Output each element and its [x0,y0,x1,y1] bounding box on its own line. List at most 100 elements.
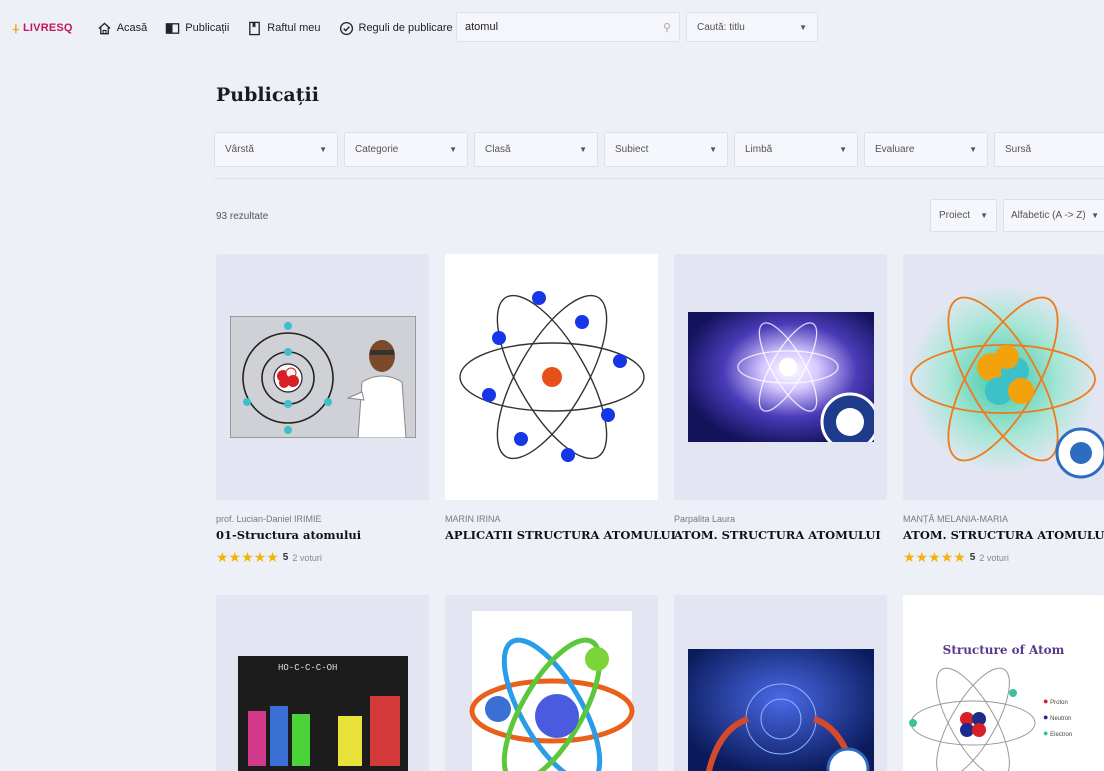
chevron-down-icon: ▼ [969,145,977,154]
legend-label: Proton [1050,700,1068,706]
logo-mark-icon: ⍭ [12,20,20,36]
sort-order-value: Alfabetic (A -> Z) [1011,210,1086,221]
nav-publishing-rules-label: Reguli de publicare [358,22,453,34]
filter-category[interactable]: Categorie ▼ [344,132,468,167]
nav-publications-label: Publicații [185,22,230,34]
filter-label: Sursă [1005,144,1032,155]
structure-of-atom-heading: Structure of Atom [942,643,1065,657]
bookmark-icon [249,21,261,35]
nav-publications[interactable]: Publicații [165,21,229,36]
filter-label: Limbă [745,144,773,155]
teacher-atom-illustration [229,316,416,438]
card-author[interactable]: MARIN IRINA [445,514,658,524]
nav-my-shelf[interactable]: Raftul meu [247,21,321,36]
publication-card[interactable]: Structure of Atom ● Proton ● Neutron ● E… [903,595,1104,771]
chevron-down-icon: ▼ [449,145,457,154]
chevron-down-icon: ▼ [980,211,988,220]
chevron-down-icon: ▼ [799,22,807,32]
card-title[interactable]: APLICATII STRUCTURA ATOMULUI [445,528,676,542]
filter-label: Evaluare [875,144,915,155]
card-thumbnail[interactable] [445,595,658,771]
publication-card[interactable]: prof. Lucian-Daniel IRIMIE 01-Structura … [216,254,429,566]
chevron-down-icon: ▼ [579,145,587,154]
filter-label: Clasă [485,144,511,155]
page-title: Publicații [216,84,319,106]
atom-structure-figure: ● Proton ● Neutron ● Electron [903,663,1104,771]
card-thumbnail[interactable] [903,254,1104,500]
publication-card[interactable] [674,595,887,771]
legend-item-proton: ● Proton [1043,696,1068,706]
nav-home-label: Acasă [116,22,148,34]
atom-diagram-illustration [458,291,645,462]
card-thumbnail[interactable] [445,254,658,500]
legend-item-electron: ● Electron [1043,728,1073,738]
star-icon: ★★★★★ [216,549,279,565]
filter-source[interactable]: Sursă▼ [994,132,1104,167]
chevron-down-icon: ▼ [709,145,717,154]
filter-subject[interactable]: Subiect ▼ [604,132,728,167]
legend-label: Neutron [1050,716,1072,722]
rating-score: 5 [282,552,289,563]
filter-age[interactable]: Vârstă ▼ [214,132,338,167]
filter-bar: Vârstă ▼ Categorie ▼ Clasă ▼ Subiect ▼ Limbă… [214,132,1104,167]
livresq-logo[interactable]: ⍭ LIVRESQ [12,22,73,35]
card-author[interactable]: prof. Lucian-Daniel IRIMIE [216,514,429,524]
glowing-atom-illustration [908,284,1104,479]
check-circle-icon [339,21,353,35]
logo-text: LIVRESQ [23,22,73,34]
cosmic-atom-illustration [687,312,874,442]
search-box: ⚲ [456,12,680,42]
rating-votes: 2 voturi [292,552,322,563]
publication-card[interactable]: Parpalita Laura ATOM. STRUCTURA ATOMULUI [674,254,887,542]
nav-home[interactable]: Acasă [97,21,148,36]
search-type-value: Caută: titlu [697,21,745,33]
card-title[interactable]: ATOM. STRUCTURA ATOMULUI [903,528,1104,542]
card-rating: ★★★★★ 5 2 voturi [903,549,1104,566]
divider [214,178,1104,179]
results-count: 93 rezultate [216,211,269,222]
home-icon [98,21,111,34]
publication-card[interactable]: MANȚĂ MELANIA-MARIA ATOM. STRUCTURA ATOM… [903,254,1104,566]
card-title[interactable]: ATOM. STRUCTURA ATOMULUI [674,528,887,542]
card-author[interactable]: Parpalita Laura [674,514,887,524]
card-thumbnail[interactable]: Structure of Atom ● Proton ● Neutron ● E… [903,595,1104,771]
filter-label: Categorie [355,144,399,155]
nav-publishing-rules[interactable]: Reguli de publicare [339,21,453,36]
card-thumbnail[interactable] [674,254,887,500]
filter-label: Subiect [615,144,649,155]
filter-class[interactable]: Clasă ▼ [474,132,598,167]
nav-my-shelf-label: Raftul meu [267,22,321,34]
sort-type-select[interactable]: Proiect ▼ [930,199,997,232]
filter-label: Vârstă [225,144,254,155]
svg-text:HO-C-C-C-OH: HO-C-C-C-OH [278,663,337,673]
card-author[interactable]: MANȚĂ MELANIA-MARIA [903,514,1104,524]
rating-votes: 2 voturi [979,552,1009,563]
sort-order-select[interactable]: Alfabetic (A -> Z) ▼ [1003,199,1104,232]
publication-card[interactable]: HO-C-C-C-OH [216,595,429,771]
publication-card[interactable]: MARIN IRINA APLICATII STRUCTURA ATOMULUI [445,254,676,542]
card-thumbnail[interactable]: HO-C-C-C-OH [216,595,429,771]
colorful-atom-illustration [469,611,634,771]
rating-score: 5 [969,552,976,563]
card-thumbnail[interactable] [216,254,429,500]
atom-legend: ● Proton ● Neutron ● Electron [1043,694,1072,742]
chevron-down-icon: ▼ [319,145,327,154]
card-rating: ★★★★★ 5 2 voturi [216,549,429,566]
card-title[interactable]: 01-Structura atomului [216,528,429,542]
search-input[interactable] [465,21,663,33]
hands-network-illustration [687,649,874,771]
search-icon[interactable]: ⚲ [663,21,671,34]
legend-label: Electron [1050,732,1073,738]
top-navbar: ⍭ LIVRESQ Acasă Publicații Raftul meu Re… [0,0,1104,56]
filter-rating[interactable]: Evaluare ▼ [864,132,988,167]
atom-structure-diagram [909,667,1036,771]
chevron-down-icon: ▼ [839,145,847,154]
publication-card[interactable] [445,595,658,771]
search-type-select[interactable]: Caută: titlu ▼ [686,12,818,42]
card-thumbnail[interactable] [674,595,887,771]
chemistry-lab-illustration: HO-C-C-C-OH [237,656,408,771]
chevron-down-icon: ▼ [1091,211,1099,220]
filter-language[interactable]: Limbă ▼ [734,132,858,167]
sort-type-value: Proiect [939,210,971,221]
legend-item-neutron: ● Neutron [1043,712,1072,722]
